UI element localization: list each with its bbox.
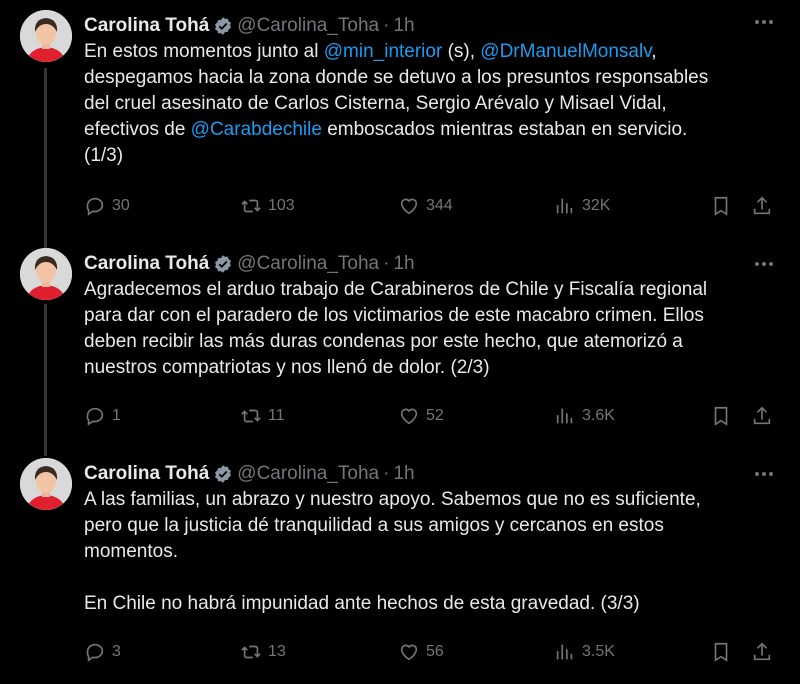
verified-badge-icon bbox=[215, 465, 232, 483]
reply-count: 30 bbox=[112, 197, 130, 214]
verified-badge-icon bbox=[215, 17, 232, 35]
avatar[interactable] bbox=[20, 10, 72, 62]
tweet-header: Carolina Tohá @Carolina_Toha · 1h bbox=[84, 462, 415, 486]
mention-link[interactable]: @min_interior bbox=[324, 41, 443, 62]
more-dots-icon[interactable] bbox=[752, 462, 776, 486]
heart-icon bbox=[400, 644, 418, 661]
like-count: 56 bbox=[426, 643, 444, 660]
tweet-actions: 30 103 344 32K bbox=[84, 191, 780, 221]
tweet-header: Carolina Tohá @Carolina_Toha · 1h bbox=[84, 14, 415, 38]
mention-link[interactable]: @DrManuelMonsalv bbox=[480, 41, 651, 62]
repost-button[interactable]: 103 bbox=[240, 191, 295, 221]
share-upload-icon[interactable] bbox=[751, 641, 773, 663]
verified-badge-icon bbox=[215, 255, 232, 273]
tweet-2[interactable]: Carolina Tohá @Carolina_Toha · 1h Agrade… bbox=[0, 238, 800, 448]
tweet-text-segment: A las familias, un abrazo y nuestro apoy… bbox=[84, 489, 701, 614]
views-count: 32K bbox=[582, 197, 611, 214]
author-handle[interactable]: @Carolina_Toha bbox=[237, 15, 379, 37]
tweet-text: En estos momentos junto al @min_interior… bbox=[84, 39, 774, 169]
repost-count: 11 bbox=[268, 407, 285, 424]
like-button[interactable]: 52 bbox=[398, 401, 444, 431]
repost-count: 13 bbox=[268, 643, 286, 660]
reply-bubble-icon bbox=[86, 643, 104, 662]
heart-icon bbox=[400, 198, 418, 215]
author-handle[interactable]: @Carolina_Toha bbox=[237, 253, 379, 275]
like-count: 52 bbox=[426, 407, 444, 424]
tweet-3[interactable]: Carolina Tohá @Carolina_Toha · 1h A las … bbox=[0, 448, 800, 684]
timestamp[interactable]: 1h bbox=[393, 15, 414, 37]
bookmark-icon[interactable] bbox=[710, 405, 732, 427]
like-button[interactable]: 344 bbox=[398, 191, 453, 221]
heart-icon bbox=[400, 408, 418, 425]
reply-count: 3 bbox=[112, 643, 121, 660]
mention-link[interactable]: @Carabdechile bbox=[191, 119, 322, 140]
author-name[interactable]: Carolina Tohá bbox=[84, 15, 209, 37]
reply-bubble-icon bbox=[86, 197, 104, 216]
like-button[interactable]: 56 bbox=[398, 637, 444, 667]
bookmark-icon[interactable] bbox=[710, 195, 732, 217]
bookmark-icon[interactable] bbox=[710, 641, 732, 663]
views-button[interactable]: 32K bbox=[554, 191, 610, 221]
views-button[interactable]: 3.6K bbox=[554, 401, 615, 431]
views-button[interactable]: 3.5K bbox=[554, 637, 615, 667]
avatar[interactable] bbox=[20, 458, 72, 510]
views-bars-icon bbox=[556, 644, 573, 660]
views-count: 3.5K bbox=[582, 643, 615, 660]
repost-arrows-icon bbox=[241, 199, 261, 213]
separator-dot: · bbox=[383, 463, 390, 484]
tweet-1[interactable]: Carolina Tohá @Carolina_Toha · 1h En est… bbox=[0, 0, 800, 236]
repost-button[interactable]: 11 bbox=[240, 401, 285, 431]
timestamp[interactable]: 1h bbox=[393, 463, 414, 485]
reply-button[interactable]: 3 bbox=[84, 637, 121, 667]
separator-dot: · bbox=[383, 253, 390, 274]
more-dots-icon[interactable] bbox=[752, 252, 776, 276]
reply-bubble-icon bbox=[86, 407, 104, 426]
tweet-text: A las familias, un abrazo y nuestro apoy… bbox=[84, 487, 774, 617]
views-count: 3.6K bbox=[582, 407, 615, 424]
reply-button[interactable]: 1 bbox=[84, 401, 121, 431]
repost-count: 103 bbox=[268, 197, 295, 214]
reply-count: 1 bbox=[112, 407, 121, 424]
tweet-text-segment: Agradecemos el arduo trabajo de Carabine… bbox=[84, 279, 708, 378]
tweet-text: Agradecemos el arduo trabajo de Carabine… bbox=[84, 277, 774, 381]
like-count: 344 bbox=[426, 197, 453, 214]
reply-button[interactable]: 30 bbox=[84, 191, 130, 221]
timestamp[interactable]: 1h bbox=[393, 253, 414, 275]
tweet-actions: 3 13 56 3.5K bbox=[84, 637, 780, 667]
author-name[interactable]: Carolina Tohá bbox=[84, 463, 209, 485]
author-name[interactable]: Carolina Tohá bbox=[84, 253, 209, 275]
tweet-header: Carolina Tohá @Carolina_Toha · 1h bbox=[84, 252, 415, 276]
views-bars-icon bbox=[556, 198, 573, 214]
repost-button[interactable]: 13 bbox=[240, 637, 286, 667]
avatar[interactable] bbox=[20, 248, 72, 300]
views-bars-icon bbox=[556, 408, 573, 424]
more-dots-icon[interactable] bbox=[752, 10, 776, 34]
share-upload-icon[interactable] bbox=[751, 195, 773, 217]
tweet-actions: 1 11 52 3.6K bbox=[84, 401, 780, 431]
repost-arrows-icon bbox=[241, 645, 261, 659]
tweet-text-segment: (s), bbox=[442, 41, 481, 62]
author-handle[interactable]: @Carolina_Toha bbox=[237, 463, 379, 485]
tweet-thread: Carolina Tohá @Carolina_Toha · 1h En est… bbox=[0, 0, 800, 684]
tweet-text-segment: En estos momentos junto al bbox=[84, 41, 324, 62]
share-upload-icon[interactable] bbox=[751, 405, 773, 427]
repost-arrows-icon bbox=[241, 409, 261, 423]
separator-dot: · bbox=[383, 15, 390, 36]
